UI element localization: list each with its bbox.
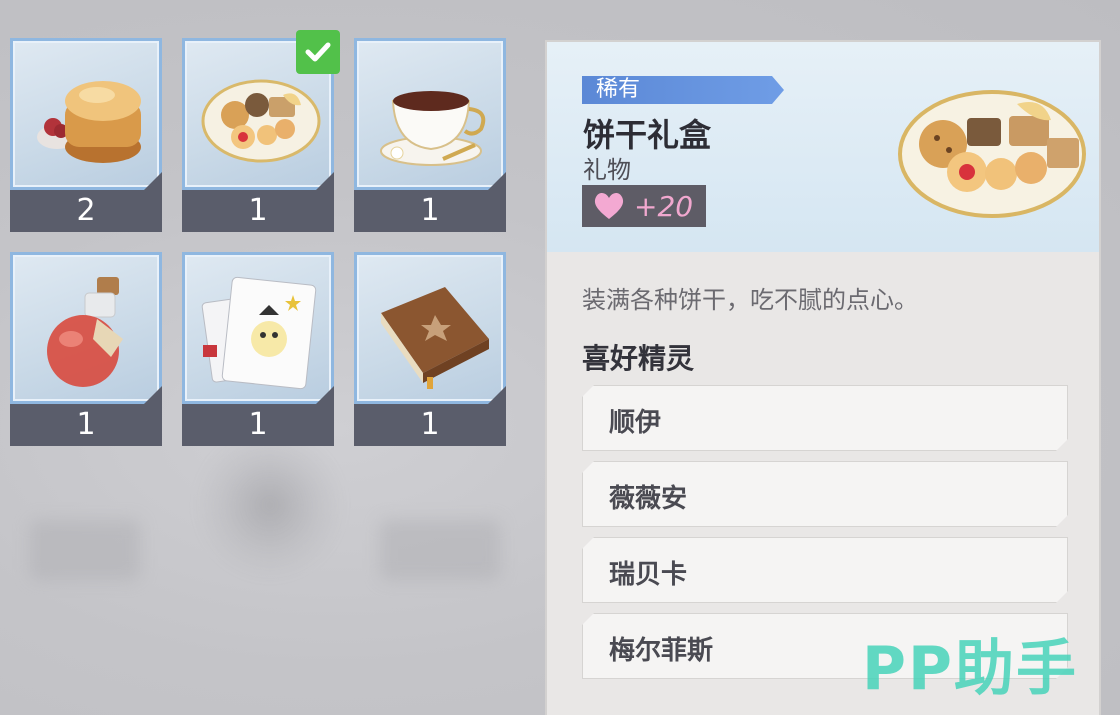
liked-sprites-title: 喜好精灵 <box>582 342 695 375</box>
item-description: 装满各种饼干，吃不腻的点心。 <box>582 286 918 314</box>
item-count: 1 <box>248 407 268 442</box>
rarity-tag: 稀有 <box>582 76 784 104</box>
item-detail-header: 稀有 饼干礼盒 礼物 +20 <box>547 42 1099 252</box>
inventory-slot-book[interactable]: 1 <box>354 252 506 446</box>
item-count: 1 <box>420 193 440 228</box>
item-count: 2 <box>76 193 96 228</box>
sprite-name: 梅尔菲斯 <box>609 636 714 666</box>
cookie-plate-icon <box>898 90 1086 218</box>
watermark: PP助手 <box>862 634 1078 704</box>
joker-cards-icon <box>201 276 317 390</box>
background-blur <box>380 520 500 580</box>
slot-frame <box>354 38 506 190</box>
scone-icon <box>37 81 141 163</box>
inventory-slot-potion[interactable]: 1 <box>10 252 162 446</box>
sprite-list-item[interactable]: 薇薇安 <box>582 461 1068 527</box>
item-type: 礼物 <box>583 156 631 184</box>
slot-frame <box>354 252 506 404</box>
selected-check-icon <box>296 30 340 74</box>
favor-value: +20 <box>634 189 694 223</box>
inventory-slot-teacup[interactable]: 1 <box>354 38 506 232</box>
background-swirl <box>195 430 345 580</box>
teacup-icon <box>380 91 486 166</box>
item-count: 1 <box>76 407 96 442</box>
slot-frame <box>10 252 162 404</box>
item-count: 1 <box>248 193 268 228</box>
inventory-slot-playing-cards[interactable]: 1 <box>182 252 334 446</box>
background-blur <box>30 520 140 580</box>
heart-icon <box>594 192 624 219</box>
sprite-name: 顺伊 <box>609 408 662 438</box>
item-detail-panel: 稀有 饼干礼盒 礼物 +20 装满各种饼干，吃不腻的点心。 喜好精灵 顺伊 薇薇… <box>545 40 1101 715</box>
item-count: 1 <box>420 407 440 442</box>
inventory-slot-scone[interactable]: 2 <box>10 38 162 232</box>
inventory-grid: 2 1 1 1 1 1 <box>10 38 506 448</box>
slot-frame <box>10 38 162 190</box>
favor-badge: +20 <box>582 185 706 227</box>
slot-frame <box>182 252 334 404</box>
sprite-name: 瑞贝卡 <box>609 560 688 590</box>
book-icon <box>381 287 489 389</box>
potion-bottle-icon <box>47 277 123 387</box>
sprite-name: 薇薇安 <box>609 484 688 514</box>
sprite-list-item[interactable]: 瑞贝卡 <box>582 537 1068 603</box>
sprite-list-item[interactable]: 顺伊 <box>582 385 1068 451</box>
